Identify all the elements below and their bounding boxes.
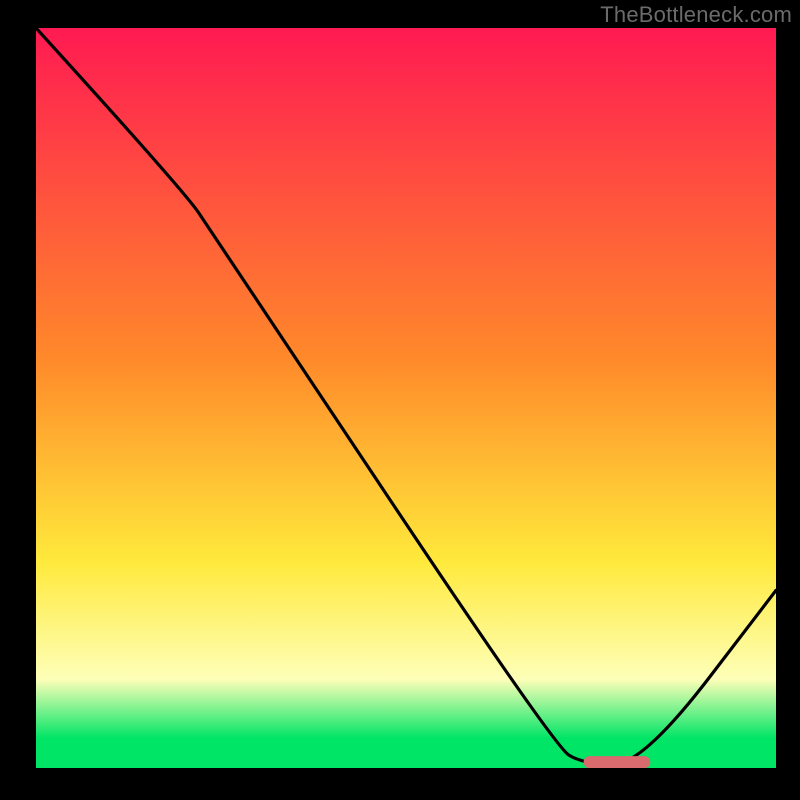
watermark-text: TheBottleneck.com [600,2,792,28]
optimal-range-marker [584,756,651,768]
bottleneck-chart [0,0,800,800]
gradient-background [36,28,776,768]
chart-frame: { "watermark": "TheBottleneck.com", "col… [0,0,800,800]
